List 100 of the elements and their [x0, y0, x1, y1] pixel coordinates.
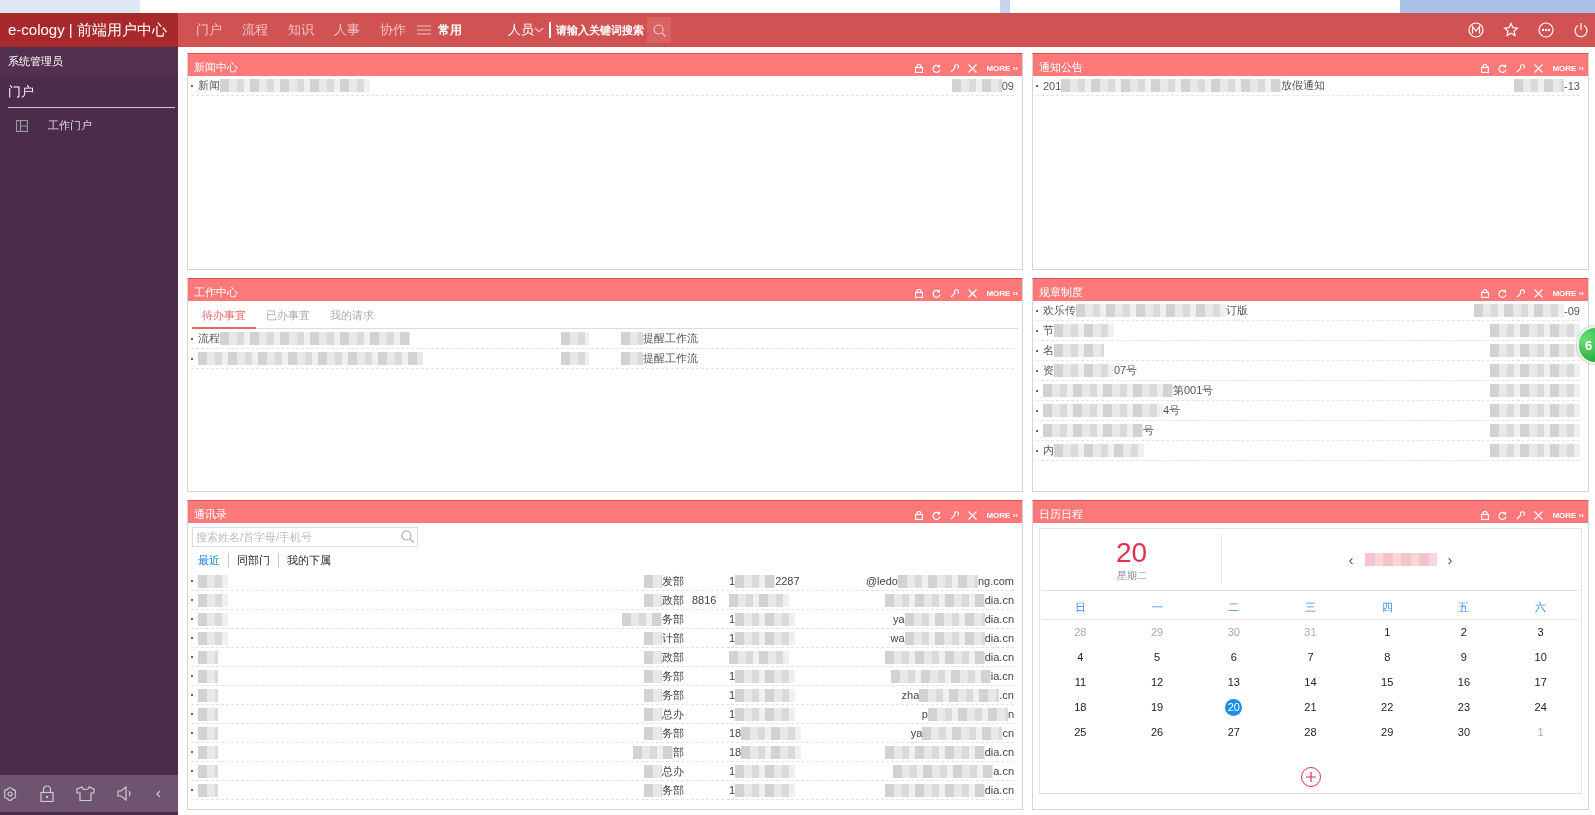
search-button[interactable] [647, 17, 671, 43]
tab[interactable]: 我的下属 [278, 553, 339, 568]
close-icon[interactable] [1534, 289, 1544, 298]
calendar-day[interactable]: 5 [1148, 649, 1166, 666]
add-button[interactable] [1300, 767, 1321, 787]
lock-icon[interactable] [915, 511, 924, 520]
next-button[interactable]: › [1444, 551, 1456, 568]
wrench-icon[interactable] [1516, 289, 1526, 298]
lock-icon[interactable] [40, 785, 54, 802]
speaker-icon[interactable] [117, 786, 134, 801]
search-scope[interactable]: 人员 [508, 21, 534, 39]
wrench-icon[interactable] [950, 511, 960, 520]
close-icon[interactable] [968, 511, 978, 520]
blurred-text [735, 669, 796, 683]
list-item-title[interactable]: 欢乐传 [1043, 303, 1076, 318]
refresh-icon[interactable] [1498, 511, 1508, 520]
calendar-day[interactable]: 10 [1532, 649, 1550, 666]
calendar-day[interactable]: 18 [1071, 699, 1089, 716]
list-item-title[interactable]: 名 [1043, 343, 1054, 358]
calendar-day[interactable]: 8 [1378, 649, 1396, 666]
list-item-title[interactable]: 资 [1043, 363, 1054, 378]
list-item-title[interactable]: 号 [1143, 423, 1154, 438]
power-icon[interactable] [1573, 22, 1589, 38]
list-item-title[interactable]: 201 [1043, 79, 1062, 92]
blurred-text [561, 332, 589, 345]
list-item-title[interactable]: 内 [1043, 443, 1054, 458]
calendar-day[interactable]: 23 [1455, 699, 1473, 716]
calendar-day[interactable]: 14 [1302, 674, 1319, 691]
list-item-title[interactable]: 放假通知 [1281, 78, 1326, 93]
blurred-text [198, 783, 218, 797]
calendar-day[interactable]: 28 [1302, 724, 1319, 741]
star-icon[interactable] [1503, 22, 1519, 38]
calendar-day[interactable]: 12 [1148, 674, 1166, 691]
lock-icon[interactable] [1481, 511, 1490, 520]
calendar-day[interactable]: 2 [1455, 624, 1473, 641]
calendar-day[interactable]: 16 [1455, 674, 1473, 691]
menu-section[interactable]: 门户 [0, 75, 178, 107]
calendar-day[interactable]: 9 [1455, 649, 1473, 666]
list-item-title[interactable]: 流程 [198, 331, 220, 346]
calendar-day[interactable]: 22 [1378, 699, 1396, 716]
tab[interactable]: 最近 [198, 553, 228, 568]
search-icon[interactable] [401, 530, 414, 543]
refresh-icon[interactable] [932, 511, 942, 520]
calendar-day[interactable]: 11 [1071, 674, 1089, 691]
chevron-left-icon[interactable] [156, 789, 161, 798]
workflow-type: 提醒工作流 [643, 331, 698, 346]
calendar-day[interactable]: 25 [1071, 724, 1089, 741]
calendar-day[interactable]: 13 [1225, 674, 1243, 691]
refresh-icon[interactable] [1498, 289, 1508, 298]
refresh-icon[interactable] [932, 64, 942, 73]
menu-item[interactable]: 工作门户 [0, 108, 178, 133]
calendar-day[interactable]: 1 [1378, 624, 1396, 641]
email-text: n [1007, 708, 1014, 720]
shirt-icon[interactable] [76, 786, 95, 801]
menu-icon[interactable] [416, 24, 432, 36]
refresh-icon[interactable] [932, 289, 942, 298]
calendar-day[interactable]: 19 [1148, 699, 1166, 716]
weekday-header: 二 [1227, 600, 1241, 615]
wrench-icon[interactable] [950, 289, 960, 298]
lock-icon[interactable] [1481, 289, 1490, 298]
tab[interactable]: 同部门 [228, 553, 278, 568]
list-item-title[interactable]: 新闻 [198, 78, 220, 93]
close-icon[interactable] [1534, 64, 1544, 73]
calendar-day[interactable]: 26 [1148, 724, 1166, 741]
calendar-day[interactable]: 27 [1225, 724, 1243, 741]
search-field[interactable]: 请输入关键词搜索 [556, 24, 644, 36]
wrench-icon[interactable] [1516, 64, 1526, 73]
list-item-title[interactable]: 4号 [1163, 403, 1181, 418]
list-item-title[interactable]: 订版 [1226, 303, 1248, 318]
calendar-day[interactable]: 21 [1302, 699, 1319, 716]
lock-icon[interactable] [915, 289, 924, 298]
nav-link[interactable]: 常用 [432, 21, 476, 39]
refresh-icon[interactable] [1498, 64, 1508, 73]
flower-icon[interactable] [2, 785, 18, 802]
calendar-day[interactable]: 24 [1532, 699, 1550, 716]
email-text: dia.cn [984, 651, 1014, 663]
list-item-title[interactable]: 第001号 [1173, 383, 1214, 398]
calendar-day[interactable]: 29 [1378, 724, 1396, 741]
blurred-text [729, 593, 789, 607]
calendar-day[interactable]: 6 [1225, 649, 1243, 666]
list-item-title[interactable]: 节 [1043, 323, 1054, 338]
calendar-day[interactable]: 7 [1302, 649, 1319, 666]
wrench-icon[interactable] [950, 64, 960, 73]
letter-m-circle-icon[interactable] [1468, 22, 1484, 38]
calendar-day[interactable]: 17 [1532, 674, 1550, 691]
lock-icon[interactable] [1481, 64, 1490, 73]
blurred-text [622, 612, 662, 626]
calendar-day[interactable]: 15 [1378, 674, 1396, 691]
calendar-day[interactable]: 30 [1455, 724, 1473, 741]
chevron-down-icon[interactable] [534, 27, 544, 33]
wrench-icon[interactable] [1516, 511, 1526, 520]
calendar-day[interactable]: 3 [1532, 624, 1550, 641]
close-icon[interactable] [968, 64, 978, 73]
previous-button[interactable]: ‹ [1345, 551, 1357, 568]
more-icon[interactable] [1538, 22, 1554, 38]
list-item-title[interactable]: 07号 [1114, 363, 1138, 378]
close-icon[interactable] [1534, 511, 1544, 520]
close-icon[interactable] [968, 289, 978, 298]
calendar-day[interactable]: 4 [1071, 649, 1089, 666]
lock-icon[interactable] [915, 64, 924, 73]
